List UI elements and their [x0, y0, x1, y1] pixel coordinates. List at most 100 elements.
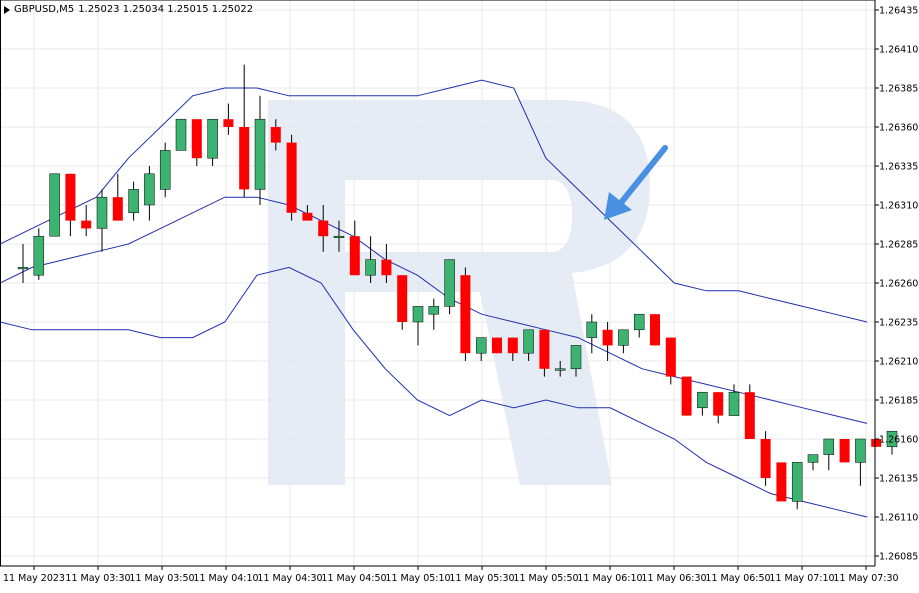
- y-tick-label: 1.26335: [879, 162, 918, 173]
- x-tick-label: 11 May 04:10: [193, 573, 258, 584]
- bull-candle-body: [175, 118, 187, 151]
- bear-candle-body: [460, 275, 471, 354]
- candle: [239, 64, 250, 198]
- y-tick-label: 1.26410: [879, 45, 918, 56]
- bull-candle-body: [554, 368, 566, 371]
- x-tick-label: 11 May 05:10: [385, 573, 450, 584]
- bear-candle-body: [223, 119, 234, 127]
- x-tick-label: 11 May 05:50: [513, 573, 578, 584]
- x-tick-label: 11 May 07:10: [769, 573, 834, 584]
- y-tick-label: 1.26135: [879, 474, 918, 485]
- candle: [444, 259, 455, 315]
- x-tick-label: 11 May 06:50: [705, 573, 770, 584]
- bull-candle-body: [159, 150, 171, 190]
- candle: [49, 173, 60, 237]
- ohlc-values: 1.25023 1.25034 1.25015 1.25022: [78, 4, 254, 15]
- bear-candle-body: [112, 197, 123, 221]
- bull-candle-body: [128, 189, 139, 214]
- candle: [144, 166, 155, 221]
- bull-candle-body: [17, 267, 29, 270]
- candle: [697, 391, 708, 416]
- x-tick-label: 11 May 04:50: [321, 573, 386, 584]
- x-axis-ticks: 11 May 2023 11 May 03:3011 May 03:5011 Ma…: [3, 566, 899, 584]
- candle: [713, 392, 724, 424]
- y-tick-label: 1.26385: [879, 84, 918, 95]
- bear-candle-body: [302, 212, 313, 221]
- candle: [681, 376, 692, 416]
- bull-candle-body: [49, 173, 60, 237]
- bull-candle-body: [428, 306, 440, 315]
- bear-candle-body: [65, 173, 76, 221]
- candle: [839, 439, 850, 463]
- candle: [618, 329, 629, 354]
- candle: [744, 384, 755, 439]
- bull-candle-body: [633, 313, 645, 331]
- candle: [602, 322, 613, 361]
- bull-candle-body: [586, 321, 598, 338]
- bear-candle-body: [81, 220, 92, 229]
- y-tick-label: 1.26435: [879, 6, 918, 17]
- bull-candle-body: [855, 438, 866, 463]
- bear-candle-body: [239, 127, 250, 190]
- candle: [776, 462, 787, 502]
- bull-candle-body: [475, 337, 487, 354]
- x-tick-label: 11 May 06:10: [577, 573, 642, 584]
- bear-candle-body: [507, 337, 518, 354]
- x-tick-label: 11 May 03:50: [129, 573, 194, 584]
- candle: [349, 220, 360, 276]
- candle: [175, 118, 187, 151]
- candle: [112, 173, 123, 221]
- candle: [397, 275, 408, 330]
- y-tick-label: 1.26260: [879, 279, 918, 290]
- candle: [159, 142, 171, 198]
- bear-candle-body: [776, 462, 787, 502]
- candle: [428, 298, 440, 330]
- y-tick-label: 1.26185: [879, 396, 918, 407]
- candle: [33, 228, 45, 280]
- candle: [207, 118, 218, 166]
- bear-candle-body: [744, 392, 755, 439]
- candle: [855, 438, 866, 486]
- symbol-label: GBPUSD,M5: [14, 4, 75, 15]
- bull-candle-body: [33, 235, 45, 276]
- bull-candle-body: [791, 462, 803, 502]
- bull-candle-body: [570, 345, 582, 370]
- x-tick-label: 11 May 2023: [3, 573, 65, 584]
- candle: [586, 314, 598, 354]
- bull-candle-body: [807, 454, 819, 463]
- bear-candle-body: [602, 329, 613, 346]
- candle: [475, 337, 487, 361]
- bear-candle-body: [397, 275, 408, 322]
- x-tick-label: 11 May 04:30: [257, 573, 322, 584]
- bull-candle-body: [697, 391, 708, 409]
- candle: [650, 314, 660, 346]
- candle: [633, 313, 645, 338]
- grid-lines: [0, 0, 875, 566]
- bull-candle-body: [365, 259, 376, 276]
- candle: [191, 119, 202, 166]
- bear-candle-body: [349, 236, 360, 276]
- bear-candle-body: [381, 259, 392, 276]
- bull-candle-body: [333, 235, 345, 238]
- candle: [128, 181, 139, 221]
- candle: [223, 103, 234, 135]
- bull-candle-body: [412, 306, 424, 323]
- y-tick-label: 1.26110: [879, 513, 918, 524]
- candle: [492, 337, 502, 354]
- chart-header: GBPUSD,M5 1.25023 1.25034 1.25015 1.2502…: [4, 4, 253, 15]
- candle: [807, 454, 819, 471]
- x-tick-label: 11 May 03:30: [65, 573, 130, 584]
- x-tick-label: 11 May 07:30: [833, 573, 898, 584]
- bear-candle-body: [665, 337, 676, 377]
- dropdown-triangle-icon[interactable]: [4, 5, 10, 14]
- y-tick-label: 1.26285: [879, 240, 918, 251]
- y-tick-label: 1.26210: [879, 357, 918, 368]
- candle: [460, 267, 471, 361]
- bear-candle-body: [492, 337, 502, 354]
- candle: [81, 205, 92, 237]
- bear-candle-body: [681, 376, 692, 416]
- candle: [17, 244, 29, 283]
- bear-candle-body: [318, 220, 329, 237]
- bear-candle-body: [839, 439, 850, 463]
- candle: [791, 462, 803, 510]
